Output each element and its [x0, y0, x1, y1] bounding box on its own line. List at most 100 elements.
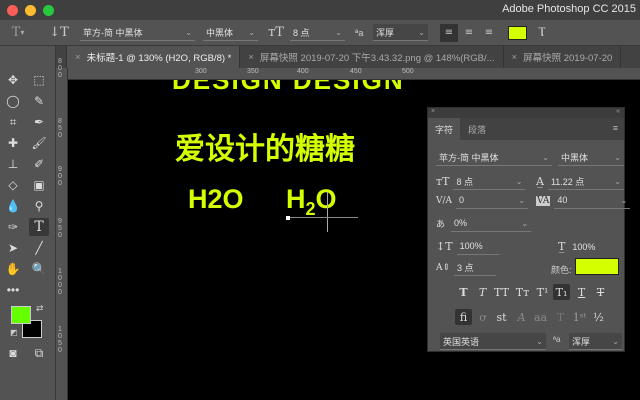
strikethrough-button[interactable]: T: [592, 284, 609, 300]
font-family-select[interactable]: 苹方-简 中黑体 ⌄: [80, 24, 195, 41]
panel-font-family-select[interactable]: 苹方-简 中黑体 ⌄: [436, 149, 552, 166]
marquee-tool-icon[interactable]: ⬚: [29, 71, 49, 89]
font-style-select[interactable]: 中黑体 ⌄: [203, 24, 258, 41]
font-style-value: 中黑体: [561, 152, 589, 163]
kerning-select[interactable]: 0 ⌄: [456, 192, 529, 209]
path-selection-tool-icon[interactable]: ➤: [3, 239, 23, 257]
close-tab-icon[interactable]: ×: [75, 52, 81, 63]
superscript-button[interactable]: T¹: [534, 284, 551, 300]
healing-brush-tool-icon[interactable]: ✚: [3, 134, 23, 152]
align-right-icon[interactable]: ≡: [480, 27, 498, 38]
align-left-icon[interactable]: ≡: [440, 23, 458, 42]
history-brush-tool-icon[interactable]: ✐: [29, 155, 49, 173]
faux-bold-button[interactable]: T: [455, 284, 472, 300]
subscript-button[interactable]: T₁: [553, 284, 570, 300]
font-size-icon: ᴛT: [436, 175, 450, 188]
tab-paragraph[interactable]: 段落: [461, 118, 493, 140]
tab-screenshot-2[interactable]: × 屏幕快照 2019-07-20: [504, 46, 622, 68]
brush-tool-icon[interactable]: 🖌: [29, 134, 49, 152]
panel-menu-icon[interactable]: ≡: [613, 123, 618, 133]
tab-untitled-1[interactable]: × 未标题-1 @ 130% (H2O, RGB/8) *: [67, 46, 241, 68]
faux-italic-button[interactable]: T: [474, 284, 491, 300]
baseline-shift-value: 3 点: [457, 262, 474, 273]
text-color-swatch[interactable]: [508, 25, 527, 40]
h2o-text-layer[interactable]: H2O: [188, 184, 244, 215]
ruler-label: 1000: [58, 268, 62, 296]
all-caps-button[interactable]: TT: [493, 284, 510, 300]
pen-tool-icon[interactable]: ✑: [3, 218, 23, 236]
ruler-label: 450: [350, 68, 362, 75]
type-tool-preset-icon[interactable]: T ▾: [0, 25, 36, 40]
stylistic-alternates-button[interactable]: aa: [532, 309, 549, 325]
h2o-subscript-text-layer[interactable]: H2O: [286, 184, 337, 219]
eyedropper-tool-icon[interactable]: ✒: [29, 113, 49, 131]
blur-tool-icon[interactable]: 💧: [3, 197, 23, 215]
tracking-value: 40: [557, 195, 568, 205]
minimize-window-button[interactable]: [25, 4, 36, 16]
eraser-tool-icon[interactable]: ◇: [3, 176, 23, 194]
font-size-select[interactable]: 8 点 ⌄: [290, 24, 345, 41]
clone-stamp-tool-icon[interactable]: ⊥: [3, 155, 23, 173]
warp-text-icon[interactable]: Ⲧ: [533, 25, 551, 40]
line-tool-icon[interactable]: ╱: [29, 239, 49, 257]
lasso-tool-icon[interactable]: ◯: [3, 92, 23, 110]
discretionary-ligatures-button[interactable]: st: [493, 309, 510, 325]
tsume-icon: あ: [436, 220, 446, 230]
close-window-button[interactable]: [7, 4, 18, 16]
tsume-value: 0%: [454, 218, 468, 228]
contextual-alternates-button[interactable]: ơ: [474, 309, 491, 325]
align-center-icon[interactable]: ≡: [460, 27, 478, 38]
zoom-tool-icon[interactable]: 🔍: [29, 260, 49, 278]
quick-selection-tool-icon[interactable]: ✎: [29, 92, 49, 110]
toggle-text-orientation-icon[interactable]: ↓T: [44, 25, 74, 40]
close-panel-icon[interactable]: ×: [431, 108, 435, 115]
horizontal-scale-input[interactable]: 100%: [569, 238, 611, 255]
titling-alternates-button[interactable]: T: [552, 309, 569, 325]
underline-button[interactable]: T: [573, 284, 590, 300]
panel-color-swatch[interactable]: [575, 258, 619, 275]
type-tool-icon[interactable]: T: [29, 218, 49, 236]
default-colors-icon[interactable]: ◩: [10, 328, 18, 337]
tsume-select[interactable]: 0% ⌄: [451, 215, 532, 232]
language-select[interactable]: 英国英语 ⌄: [440, 333, 546, 350]
tab-label: 屏幕快照 2019-07-20: [523, 53, 613, 64]
crop-tool-icon[interactable]: ⌗: [3, 113, 23, 131]
ordinals-button[interactable]: 1ˢᵗ: [571, 309, 588, 325]
font-size-value: 8 点: [293, 27, 310, 38]
screen-mode-icon[interactable]: ⧉: [29, 344, 49, 362]
tracking-icon: VA: [536, 195, 551, 206]
leading-select[interactable]: 11.22 点 ⌄: [547, 173, 624, 190]
fractions-button[interactable]: ½: [590, 309, 607, 325]
standard-ligatures-button[interactable]: fi: [455, 309, 472, 325]
ruler-label: 350: [247, 68, 259, 75]
antialias-select[interactable]: 浑厚 ⌄: [373, 24, 428, 41]
design-text-layer[interactable]: DESIGN DESIGN: [172, 80, 405, 96]
tab-character[interactable]: 字符: [428, 118, 461, 140]
close-tab-icon[interactable]: ×: [512, 52, 518, 63]
vertical-scale-input[interactable]: 100%: [456, 238, 499, 255]
antialias-icon: ªa: [355, 27, 364, 38]
tracking-select[interactable]: 40 ⌄: [554, 192, 631, 209]
small-caps-button[interactable]: Tᴛ: [514, 284, 531, 300]
close-tab-icon[interactable]: ×: [248, 52, 254, 63]
chinese-text-layer[interactable]: 爱设计的糖糖: [175, 124, 355, 168]
panel-antialias-select[interactable]: 浑厚 ⌄: [569, 333, 622, 350]
tab-label: 字符: [435, 124, 454, 135]
panel-font-style-select[interactable]: 中黑体 ⌄: [558, 149, 624, 166]
more-tools-icon[interactable]: •••: [3, 281, 23, 299]
swap-colors-icon[interactable]: ⇄: [36, 303, 44, 314]
tab-screenshot-1[interactable]: × 屏幕快照 2019-07-20 下午3.43.32.png @ 148%(RG…: [240, 46, 504, 68]
maximize-window-button[interactable]: [43, 4, 54, 16]
font-size-select[interactable]: 8 点 ⌄: [453, 173, 526, 190]
move-tool-icon[interactable]: ✥: [3, 71, 23, 89]
collapse-panel-icon[interactable]: «: [616, 108, 620, 115]
baseline-shift-input[interactable]: 3 点: [454, 259, 497, 276]
swash-button[interactable]: A: [513, 309, 530, 325]
quick-mask-icon[interactable]: ◙: [3, 344, 23, 362]
hand-tool-icon[interactable]: ✋: [3, 260, 23, 278]
text-baseline: [290, 217, 358, 218]
gradient-tool-icon[interactable]: ▣: [29, 176, 49, 194]
dodge-tool-icon[interactable]: ⚲: [29, 197, 49, 215]
foreground-color-swatch[interactable]: [11, 306, 31, 324]
ruler-label: 900: [58, 166, 62, 187]
